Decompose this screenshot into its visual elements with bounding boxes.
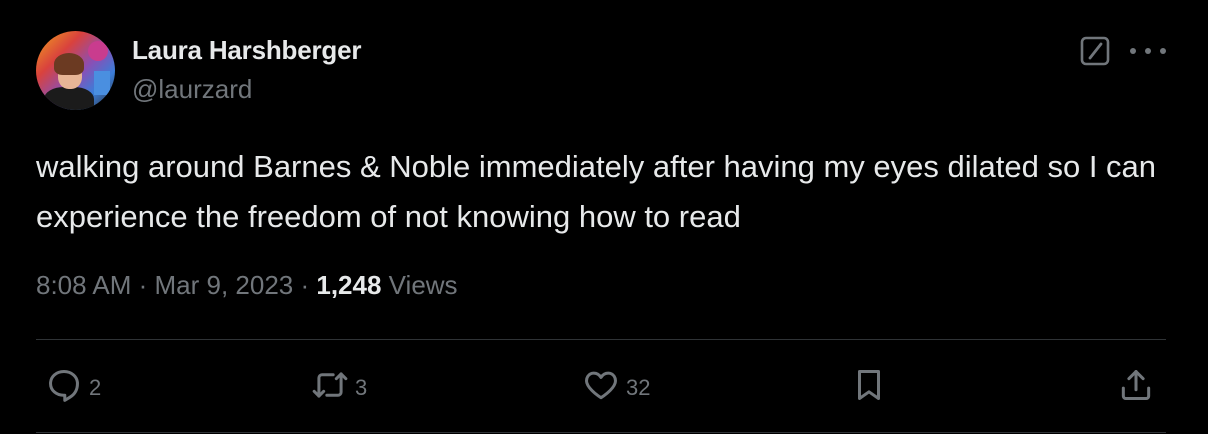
like-button[interactable]: 32	[582, 368, 650, 408]
share-button[interactable]	[1117, 368, 1155, 408]
avatar[interactable]	[36, 31, 115, 110]
reply-icon	[45, 366, 83, 410]
tweet-time[interactable]: 8:08 AM	[36, 270, 131, 300]
author-name[interactable]: Laura Harshberger	[132, 35, 361, 66]
grok-icon[interactable]	[1079, 35, 1111, 67]
divider	[36, 432, 1166, 433]
more-icon[interactable]	[1130, 36, 1166, 66]
divider	[36, 339, 1166, 340]
repost-button[interactable]: 3	[311, 368, 367, 408]
bookmark-icon	[850, 366, 888, 410]
share-icon	[1117, 366, 1155, 410]
meta-separator: ·	[293, 270, 317, 300]
reply-count: 2	[89, 375, 102, 400]
views-count: 1,248	[316, 270, 382, 300]
views-label: Views	[381, 270, 458, 300]
like-icon	[582, 366, 620, 410]
repost-icon	[311, 366, 349, 410]
bookmark-button[interactable]	[850, 368, 888, 408]
repost-count: 3	[355, 375, 368, 400]
reply-button[interactable]: 2	[45, 368, 101, 408]
tweet-date[interactable]: Mar 9, 2023	[155, 270, 294, 300]
meta-separator: ·	[131, 270, 155, 300]
like-count: 32	[626, 375, 651, 400]
tweet: Laura Harshberger @laurzard walking arou…	[0, 0, 1208, 434]
author-handle[interactable]: @laurzard	[132, 74, 252, 105]
tweet-meta: 8:08 AM · Mar 9, 2023 · 1,248 Views	[36, 270, 458, 301]
tweet-text: walking around Barnes & Noble immediatel…	[36, 149, 1157, 234]
